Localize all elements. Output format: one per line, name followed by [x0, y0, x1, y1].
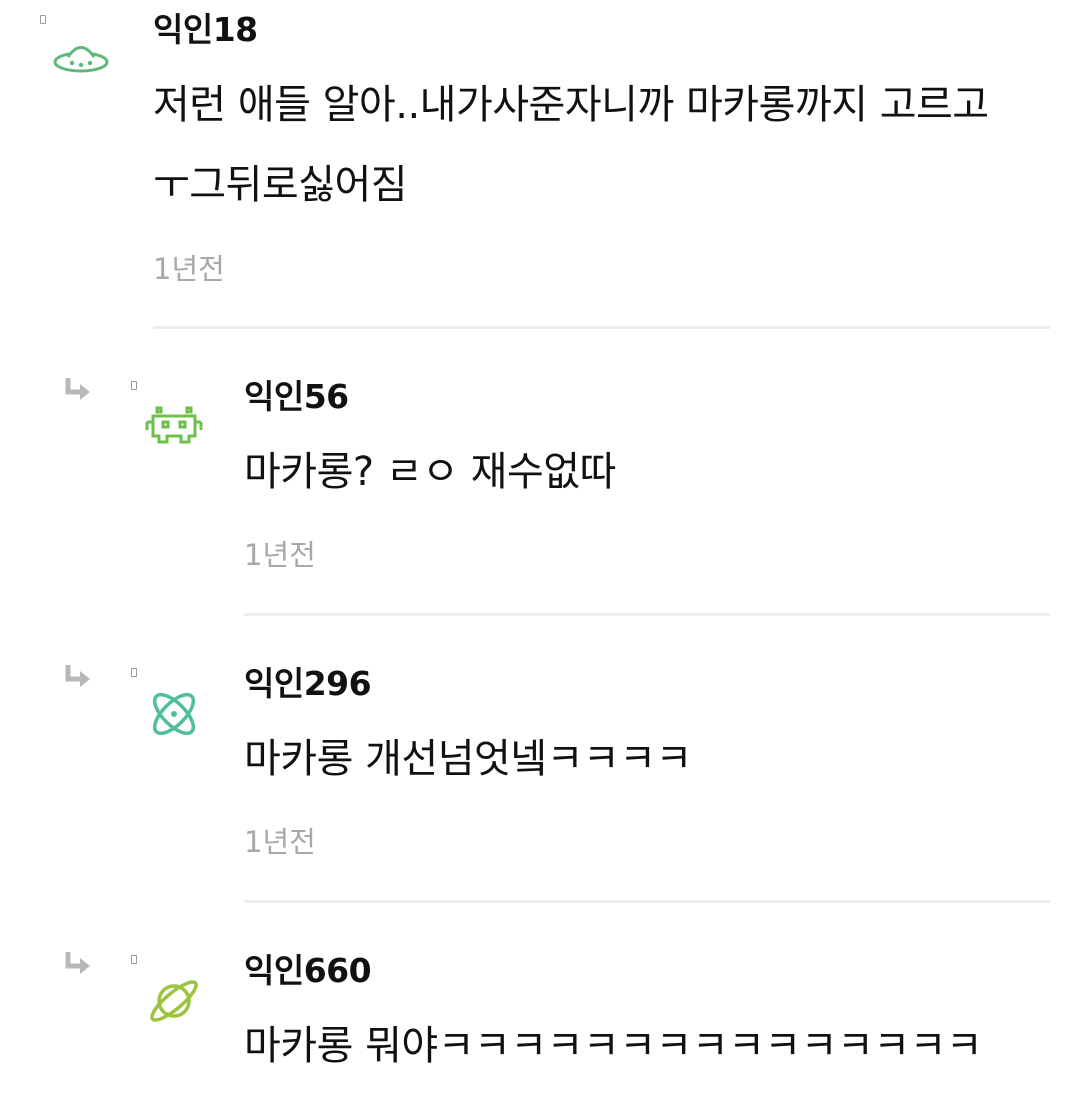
- comment-body-line: ㅜ그뒤로싫어짐: [153, 162, 408, 208]
- comment-marker-icon: [131, 381, 137, 390]
- comment-divider: [244, 613, 1050, 616]
- comment-marker-icon: [131, 955, 137, 964]
- comment-body-line: 저런 애들 알아..내가사준자니까 마카롱까지 고르고: [153, 82, 989, 128]
- reply-arrow-icon: [64, 376, 94, 404]
- comment-divider: [153, 326, 1050, 329]
- comment-timestamp: 1년전: [244, 538, 316, 572]
- atom-icon[interactable]: [143, 683, 205, 745]
- comment-username[interactable]: 익인18: [153, 10, 258, 50]
- comment-divider: [244, 900, 1050, 903]
- comment-username[interactable]: 익인660: [244, 951, 372, 991]
- reply-arrow-icon: [64, 663, 94, 691]
- planet-icon[interactable]: [143, 970, 205, 1032]
- comment-timestamp: 1년전: [244, 825, 316, 859]
- comment-body-line: 마카롱 개선넘엇넼ㅋㅋㅋㅋ: [244, 736, 692, 782]
- comment-timestamp: 1년전: [153, 252, 225, 286]
- reply-arrow-icon: [64, 950, 94, 978]
- comment-body-line: 마카롱 뭐야ㅋㅋㅋㅋㅋㅋㅋㅋㅋㅋㅋㅋㅋㅋㅋ: [244, 1023, 983, 1069]
- ufo-icon[interactable]: [50, 30, 112, 92]
- comment-marker-icon: [40, 15, 46, 24]
- comment-username[interactable]: 익인296: [244, 664, 372, 704]
- space-invader-icon[interactable]: [143, 396, 205, 458]
- comment-body-line: 마카롱? ㄹㅇ 재수없따: [244, 449, 616, 495]
- comment-marker-icon: [131, 668, 137, 677]
- comment-username[interactable]: 익인56: [244, 377, 349, 417]
